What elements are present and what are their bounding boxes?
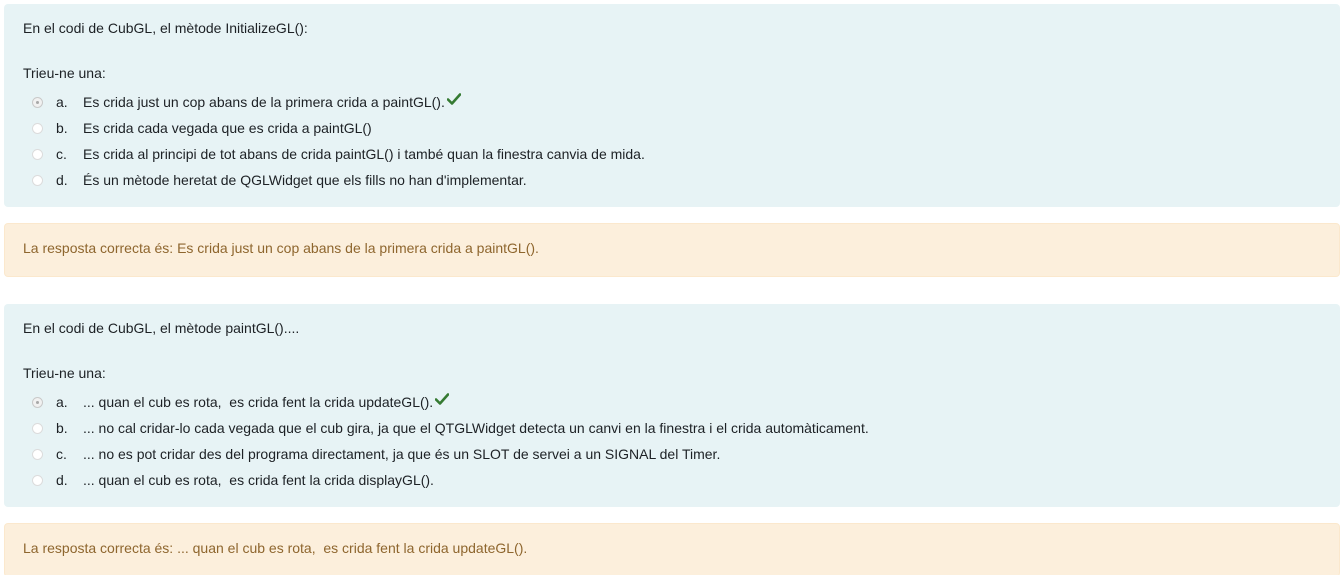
answer-option-c[interactable]: c. Es crida al principi de tot abans de … [32,141,1340,167]
question-2-prompt: Trieu-ne una: [23,365,106,381]
answer-text: Es crida al principi de tot abans de cri… [83,146,645,162]
answer-text: ... no cal cridar-lo cada vegada que el … [83,420,869,436]
question-2-answers: a. ... quan el cub es rota, es crida fen… [32,389,1340,493]
question-2: En el codi de CubGL, el mètode paintGL()… [4,304,1340,507]
answer-letter: c. [56,446,67,462]
answer-text: ... no es pot cridar des del programa di… [83,446,721,462]
answer-option-a[interactable]: a. Es crida just un cop abans de la prim… [32,89,1340,115]
answer-letter: b. [56,120,68,136]
answer-option-a[interactable]: a. ... quan el cub es rota, es crida fen… [32,389,1340,415]
radio-button-selected[interactable] [32,96,43,108]
question-1: En el codi de CubGL, el mètode Initializ… [4,4,1340,207]
radio-button-selected[interactable] [32,396,43,408]
answer-letter: a. [56,94,68,110]
radio-button[interactable] [32,474,43,486]
answer-letter: b. [56,420,68,436]
radio-button[interactable] [32,422,43,434]
question-2-text: En el codi de CubGL, el mètode paintGL()… [23,320,300,336]
answer-text: ... quan el cub es rota, es crida fent l… [83,394,434,410]
radio-button[interactable] [32,122,43,134]
answer-text: Es crida just un cop abans de la primera… [83,94,445,110]
question-1-feedback: La resposta correcta és: Es crida just u… [4,223,1340,277]
answer-letter: c. [56,146,67,162]
question-1-prompt: Trieu-ne una: [23,65,106,81]
answer-text: ... quan el cub es rota, es crida fent l… [83,472,434,488]
answer-option-d[interactable]: d. ... quan el cub es rota, es crida fen… [32,467,1340,493]
check-icon [446,93,461,105]
radio-button[interactable] [32,448,43,460]
answer-option-d[interactable]: d. És un mètode heretat de QGLWidget que… [32,167,1340,193]
answer-letter: d. [56,172,68,188]
question-1-text: En el codi de CubGL, el mètode Initializ… [23,20,308,36]
question-2-feedback: La resposta correcta és: ... quan el cub… [4,523,1340,575]
radio-button[interactable] [32,174,43,186]
question-1-answers: a. Es crida just un cop abans de la prim… [32,89,1340,193]
answer-letter: d. [56,472,68,488]
answer-option-b[interactable]: b. ... no cal cridar-lo cada vegada que … [32,415,1340,441]
answer-letter: a. [56,394,68,410]
quiz-review-page: En el codi de CubGL, el mètode Initializ… [0,0,1344,575]
correct-answer-feedback: La resposta correcta és: ... quan el cub… [23,540,528,556]
answer-option-c[interactable]: c. ... no es pot cridar des del programa… [32,441,1340,467]
radio-button[interactable] [32,148,43,160]
answer-text: És un mètode heretat de QGLWidget que el… [83,172,527,188]
answer-option-b[interactable]: b. Es crida cada vegada que es crida a p… [32,115,1340,141]
correct-answer-feedback: La resposta correcta és: Es crida just u… [23,240,539,256]
answer-text: Es crida cada vegada que es crida a pain… [83,120,372,136]
check-icon [435,393,450,405]
